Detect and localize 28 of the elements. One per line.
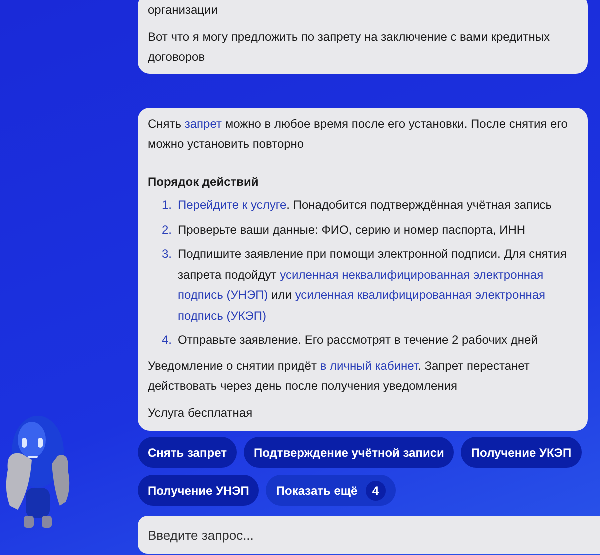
link[interactable]: в личный кабинет [320,358,418,372]
step-number: 1. [162,197,174,214]
link[interactable]: подпись (УКЭП) [178,308,267,322]
link[interactable]: усиленная квалифицированная электронная [295,288,546,302]
count-badge: 4 [366,480,386,500]
step-number: 3. [162,246,174,263]
link[interactable]: усиленная неквалифицированная электронная [280,268,544,282]
link[interactable]: подпись (УНЭП) [178,288,268,302]
message-text: Вот что я могу предложить по запрету на заключение с вами кредитных договоров [148,28,552,66]
query-input-field[interactable]: Введите запрос... [138,516,600,554]
link[interactable]: запрет [184,116,222,130]
step-number: 2. [162,222,174,238]
suggestion-button[interactable]: Подтверждение учётной записи [244,437,454,468]
suggestion-button[interactable]: Снять запрет [138,437,237,468]
message-text: Услуга бесплатная [148,404,254,422]
step-text: Проверьте ваши данные: ФИО, серию и номер паспорта, ИНН [178,222,526,238]
suggestion-button[interactable]: Получение УНЭП [138,475,260,506]
message-text: Уведомление о снятии придёт в личный кабинет. Запрет перестанет действовать через день после получения уведомления [148,358,531,395]
show-more-button[interactable]: Показать ещё 4 [266,475,396,506]
section-heading: Порядок действий [148,174,260,190]
step-text: Отправьте заявление. Его рассмотрят в течение 2 рабочих дней [178,332,538,349]
suggestion-button[interactable]: Получение УКЭП [461,437,582,468]
link[interactable]: Перейдите к услуге [178,198,287,212]
step-text: Перейдите к услуге. Понадобится подтверждённая учётная запись [178,197,552,214]
step-text: Подпишите заявление при помощи электронной подписи. Для снятия запрета подойдут усиленная неквалифицированная электронная подпись (УНЭП) или усиленная квалифицированная электронная подпись (УКЭП) [178,246,568,324]
message-text: организации [148,2,219,19]
message-text: Снять запрет можно в любое время после его установки. После снятия его можно установить повторно [148,116,569,153]
step-number: 4. [162,332,174,349]
